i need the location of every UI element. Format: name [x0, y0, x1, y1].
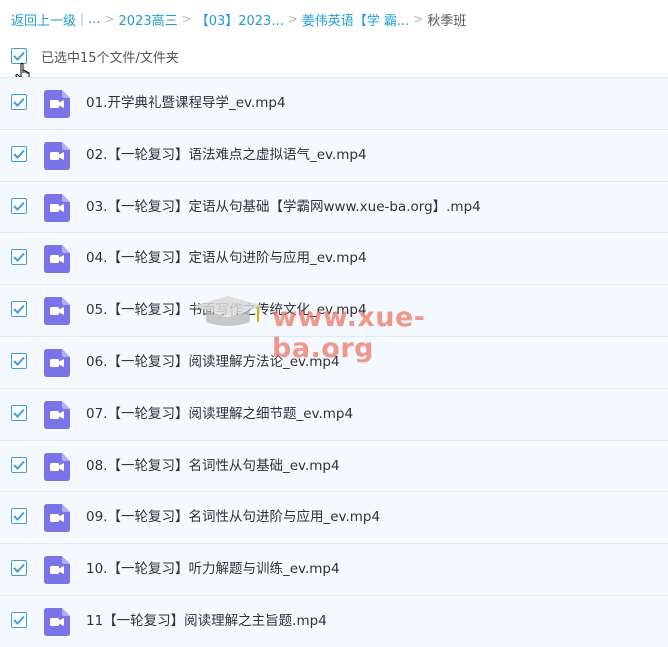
checkmark-icon: [13, 201, 25, 211]
breadcrumb-item-1[interactable]: 2023高三: [119, 10, 178, 29]
video-file-icon: [44, 607, 70, 636]
file-checkbox[interactable]: [11, 560, 27, 577]
checkmark-icon: [13, 460, 25, 470]
checkmark-icon: [13, 51, 25, 61]
file-row[interactable]: 03.【一轮复习】定语从句基础【学霸网www.xue-ba.org】.mp4: [0, 180, 668, 233]
file-row[interactable]: 05.【一轮复习】书面写作之传统文化_ev.mp4: [0, 284, 668, 336]
breadcrumb-item-2[interactable]: 【03】2023...: [196, 10, 284, 29]
video-file-icon: [44, 141, 70, 170]
checkmark-icon: [13, 149, 25, 159]
checkmark-icon: [13, 512, 25, 522]
breadcrumb-ellipsis[interactable]: ...: [88, 12, 100, 27]
video-file-icon: [44, 193, 70, 222]
file-checkbox[interactable]: [11, 456, 27, 473]
back-link[interactable]: 返回上一级: [11, 10, 76, 29]
file-row[interactable]: 04.【一轮复习】定语从句进阶与应用_ev.mp4: [0, 232, 668, 285]
file-checkbox[interactable]: [11, 611, 27, 628]
video-file-icon: [44, 556, 70, 585]
file-checkbox[interactable]: [11, 145, 27, 162]
file-row[interactable]: 10.【一轮复习】听力解题与训练_ev.mp4: [0, 543, 668, 595]
file-name[interactable]: 09.【一轮复习】名词性从句进阶与应用_ev.mp4: [86, 492, 380, 543]
file-row[interactable]: 02.【一轮复习】语法难点之虚拟语气_ev.mp4: [0, 128, 668, 181]
file-name[interactable]: 07.【一轮复习】阅读理解之细节题_ev.mp4: [86, 389, 353, 440]
file-checkbox[interactable]: [11, 197, 27, 214]
file-checkbox[interactable]: [11, 404, 27, 421]
chevron-right-icon: >: [104, 12, 115, 26]
video-file-icon: [44, 297, 70, 326]
selection-count-label: 已选中15个文件/文件夹: [41, 50, 179, 66]
select-all-checkbox[interactable]: [11, 48, 27, 64]
breadcrumb-divider: |: [80, 12, 85, 26]
video-file-icon: [44, 245, 70, 274]
file-row[interactable]: 11【一轮复习】阅读理解之主旨题.mp4: [0, 594, 668, 647]
video-file-icon: [44, 400, 70, 429]
video-file-icon: [44, 90, 70, 118]
file-name[interactable]: 01.开学典礼暨课程导学_ev.mp4: [86, 78, 286, 129]
file-name[interactable]: 03.【一轮复习】定语从句基础【学霸网www.xue-ba.org】.mp4: [86, 182, 481, 233]
checkmark-icon: [13, 408, 25, 418]
file-name[interactable]: 04.【一轮复习】定语从句进阶与应用_ev.mp4: [86, 233, 367, 284]
file-name[interactable]: 08.【一轮复习】名词性从句基础_ev.mp4: [86, 441, 340, 492]
file-checkbox[interactable]: [11, 352, 27, 369]
file-list: 01.开学典礼暨课程导学_ev.mp4 02.【一轮复习】语法难点之虚拟语气_ev…: [0, 77, 668, 647]
file-name[interactable]: 11【一轮复习】阅读理解之主旨题.mp4: [86, 596, 327, 647]
file-checkbox[interactable]: [11, 508, 27, 525]
checkmark-icon: [13, 253, 25, 263]
file-row[interactable]: 07.【一轮复习】阅读理解之细节题_ev.mp4: [0, 387, 668, 440]
chevron-right-icon: >: [413, 12, 424, 26]
video-file-icon: [44, 348, 70, 377]
breadcrumb-item-3[interactable]: 姜伟英语【学 霸...: [302, 10, 410, 29]
checkmark-icon: [13, 563, 25, 574]
breadcrumb-current: 秋季班: [427, 13, 467, 29]
video-file-icon: [44, 504, 70, 533]
file-checkbox[interactable]: [11, 249, 27, 266]
checkmark-icon: [13, 305, 25, 315]
file-checkbox[interactable]: [11, 301, 27, 318]
file-name[interactable]: 05.【一轮复习】书面写作之传统文化_ev.mp4: [86, 285, 367, 336]
file-name[interactable]: 10.【一轮复习】听力解题与训练_ev.mp4: [86, 544, 340, 595]
file-row[interactable]: 09.【一轮复习】名词性从句进阶与应用_ev.mp4: [0, 491, 668, 544]
file-name[interactable]: 02.【一轮复习】语法难点之虚拟语气_ev.mp4: [86, 130, 367, 181]
file-row[interactable]: 01.开学典礼暨课程导学_ev.mp4: [0, 77, 668, 129]
file-row[interactable]: 06.【一轮复习】阅读理解方法论_ev.mp4: [0, 335, 668, 388]
file-row[interactable]: 08.【一轮复习】名词性从句基础_ev.mp4: [0, 439, 668, 492]
checkmark-icon: [13, 97, 25, 107]
checkmark-icon: [13, 615, 25, 625]
select-all-row: 已选中15个文件/文件夹: [11, 45, 179, 67]
file-checkbox[interactable]: [11, 94, 27, 110]
breadcrumb: 返回上一级 | ... > 2023高三 > 【03】2023... > 姜伟英…: [11, 8, 466, 30]
checkmark-icon: [13, 356, 25, 366]
file-name[interactable]: 06.【一轮复习】阅读理解方法论_ev.mp4: [86, 337, 340, 388]
chevron-right-icon: >: [287, 12, 298, 26]
video-file-icon: [44, 452, 70, 481]
chevron-right-icon: >: [181, 12, 192, 26]
